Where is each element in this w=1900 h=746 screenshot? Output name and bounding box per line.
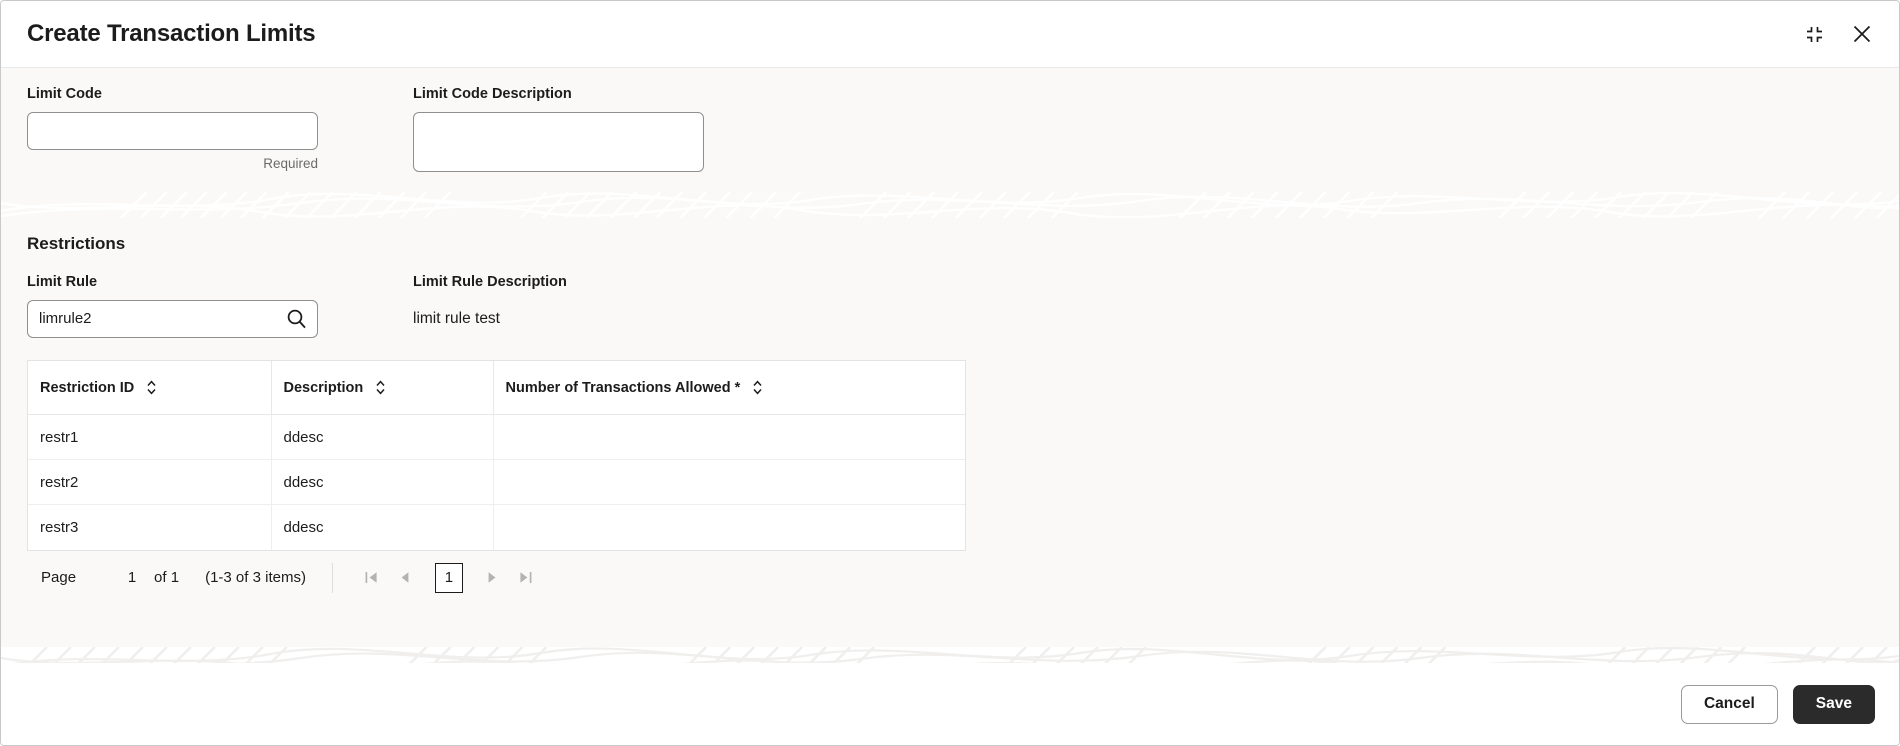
cell-number-of-transactions-allowed[interactable] [493, 414, 965, 461]
sort-chevron-icon[interactable] [145, 379, 158, 396]
cell-number-of-transactions-allowed[interactable] [493, 459, 965, 506]
sort-chevron-icon[interactable] [751, 379, 764, 396]
close-icon[interactable] [1849, 21, 1875, 47]
limit-code-description-label: Limit Code Description [413, 86, 572, 102]
table-row[interactable]: restr1 ddesc [28, 414, 965, 461]
wave-pattern-icon [1, 191, 1899, 218]
column-header-number-of-transactions-allowed[interactable]: Number of Transactions Allowed * [493, 360, 965, 416]
first-page-icon[interactable] [355, 562, 389, 594]
create-transaction-limits-dialog: Create Transaction Limits Limit Code Req… [0, 0, 1900, 746]
limit-code-description-field-group: Limit Code Description [413, 86, 799, 172]
limit-rule-description-value: limit rule test [413, 309, 500, 327]
cell-restriction-id: restr1 [28, 414, 272, 461]
limit-rule-description-label: Limit Rule Description [413, 273, 567, 290]
pagination-current-page[interactable]: 1 [434, 562, 463, 593]
column-header-label: Number of Transactions Allowed * [505, 379, 741, 396]
limit-code-label: Limit Code [27, 86, 102, 102]
limit-code-input[interactable] [27, 111, 318, 150]
cell-description: ddesc [271, 459, 494, 506]
sort-chevron-icon[interactable] [374, 379, 387, 396]
limit-rule-description-group: Limit Rule Description limit rule test [413, 273, 913, 338]
limit-code-required-hint: Required [263, 155, 318, 171]
last-page-icon[interactable] [509, 562, 543, 594]
cancel-button[interactable]: Cancel [1680, 684, 1778, 724]
body-bottom-spacer [27, 605, 1873, 647]
search-icon[interactable] [282, 300, 310, 338]
next-page-icon[interactable] [475, 562, 509, 594]
limit-code-description-textarea[interactable] [413, 111, 704, 172]
cell-restriction-id: restr2 [28, 459, 272, 506]
wave-pattern-icon [1, 646, 1899, 663]
pagination-page-label: Page [41, 569, 77, 587]
column-header-restriction-id[interactable]: Restriction ID [28, 360, 272, 416]
limit-code-row: Limit Code Required Limit Code Descripti… [27, 68, 1873, 172]
save-button[interactable]: Save [1792, 684, 1875, 724]
restrictions-title: Restrictions [27, 233, 126, 253]
limit-code-section: Limit Code Required Limit Code Descripti… [1, 68, 1899, 172]
section-divider-top [1, 191, 1899, 218]
cell-description: ddesc [271, 414, 494, 461]
cell-description: ddesc [271, 504, 494, 550]
table-row[interactable]: restr3 ddesc [28, 504, 965, 550]
page-title: Create Transaction Limits [27, 20, 316, 47]
pagination-divider [331, 562, 333, 593]
column-header-label: Restriction ID [40, 379, 135, 396]
pagination-bar: Page of 1 (1-3 of 3 items) 1 [27, 551, 1873, 605]
column-header-label: Description [283, 379, 364, 396]
pagination-of-label: of 1 [154, 569, 180, 587]
cell-restriction-id: restr3 [28, 504, 272, 550]
cell-number-of-transactions-allowed[interactable] [493, 504, 965, 550]
table-header-row: Restriction ID Description Number of Tra… [28, 360, 965, 416]
titlebar-actions [1801, 21, 1875, 47]
restrictions-table: Restriction ID Description Number of Tra… [27, 359, 966, 551]
limit-rule-field-group: Limit Rule [27, 273, 413, 338]
dialog-body: Limit Code Required Limit Code Descripti… [1, 68, 1899, 663]
pagination-page-input[interactable] [122, 569, 143, 587]
table-row[interactable]: restr2 ddesc [28, 459, 965, 506]
previous-page-icon[interactable] [389, 562, 423, 594]
limit-rule-row: Limit Rule Limit Rule Description li [27, 254, 1873, 338]
dialog-titlebar: Create Transaction Limits [1, 1, 1899, 68]
limit-code-field-group: Limit Code Required [27, 86, 413, 172]
column-header-description[interactable]: Description [271, 360, 494, 416]
collapse-icon[interactable] [1801, 21, 1827, 47]
limit-rule-input-wrap [27, 299, 318, 338]
dialog-footer: Cancel Save [1, 663, 1899, 745]
pagination-items-label: (1-3 of 3 items) [205, 569, 306, 587]
limit-rule-input[interactable] [27, 299, 318, 338]
section-divider-bottom [1, 646, 1899, 663]
limit-rule-label: Limit Rule [27, 273, 98, 290]
restrictions-section: Restrictions Limit Rule limrule2 Limit R… [1, 218, 1899, 647]
